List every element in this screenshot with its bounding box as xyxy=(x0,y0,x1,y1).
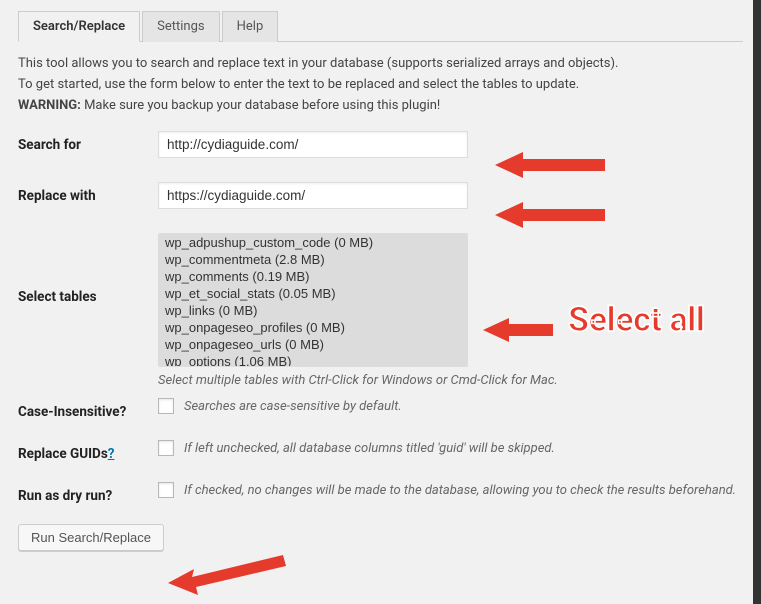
run-search-replace-button[interactable]: Run Search/Replace xyxy=(18,524,164,551)
intro-line-1: This tool allows you to search and repla… xyxy=(18,56,743,71)
tables-hint: Select multiple tables with Ctrl-Click f… xyxy=(158,373,743,388)
intro-warning: WARNING: Make sure you backup your datab… xyxy=(18,98,743,113)
table-option[interactable]: wp_adpushup_custom_code (0 MB) xyxy=(159,234,467,251)
tab-help[interactable]: Help xyxy=(222,11,279,42)
dry-run-checkbox[interactable] xyxy=(158,482,174,498)
label-replace-with: Replace with xyxy=(18,182,158,204)
label-case-insensitive: Case-Insensitive? xyxy=(18,398,158,420)
replace-guids-text: Replace GUIDs xyxy=(18,446,108,462)
page-content: Search/Replace Settings Help This tool a… xyxy=(0,0,761,569)
row-replace-guids: Replace GUIDs? If left unchecked, all da… xyxy=(18,440,743,462)
label-dry-run: Run as dry run? xyxy=(18,482,158,504)
submit-row: Run Search/Replace xyxy=(18,524,743,551)
warning-text: Make sure you backup your database befor… xyxy=(81,98,440,113)
guids-help-link[interactable]: ? xyxy=(108,446,115,462)
table-option[interactable]: wp_onpageseo_profiles (0 MB) xyxy=(159,319,467,336)
table-option[interactable]: wp_onpageseo_urls (0 MB) xyxy=(159,336,467,353)
page-scrollbar[interactable] xyxy=(753,0,761,604)
guids-hint: If left unchecked, all database columns … xyxy=(184,441,555,456)
label-search-for: Search for xyxy=(18,131,158,153)
row-replace-with: Replace with xyxy=(18,182,743,209)
table-option[interactable]: wp_commentmeta (2.8 MB) xyxy=(159,251,467,268)
case-insensitive-checkbox[interactable] xyxy=(158,398,174,414)
label-replace-guids: Replace GUIDs? xyxy=(18,440,158,462)
tab-settings[interactable]: Settings xyxy=(142,11,219,42)
case-hint: Searches are case-sensitive by default. xyxy=(184,399,402,414)
table-option[interactable]: wp_et_social_stats (0.05 MB) xyxy=(159,285,467,302)
dry-run-hint: If checked, no changes will be made to t… xyxy=(184,483,736,498)
table-option[interactable]: wp_links (0 MB) xyxy=(159,302,467,319)
search-for-input[interactable] xyxy=(158,131,468,158)
replace-with-input[interactable] xyxy=(158,182,468,209)
intro-text: This tool allows you to search and repla… xyxy=(18,56,743,113)
select-tables-list[interactable]: wp_adpushup_custom_code (0 MB)wp_comment… xyxy=(158,233,468,367)
tab-search-replace[interactable]: Search/Replace xyxy=(18,11,140,42)
tab-bar: Search/Replace Settings Help xyxy=(18,10,743,42)
replace-guids-checkbox[interactable] xyxy=(158,440,174,456)
warning-label: WARNING: xyxy=(18,98,81,113)
row-search-for: Search for xyxy=(18,131,743,158)
intro-line-2: To get started, use the form below to en… xyxy=(18,77,743,92)
row-dry-run: Run as dry run? If checked, no changes w… xyxy=(18,482,743,504)
annotation-select-all: Select all xyxy=(568,300,704,340)
table-option[interactable]: wp_options (1.06 MB) xyxy=(159,353,467,367)
label-select-tables: Select tables xyxy=(18,233,158,305)
form-table: Search for Replace with Select tables wp… xyxy=(18,131,743,551)
table-option[interactable]: wp_comments (0.19 MB) xyxy=(159,268,467,285)
row-case-insensitive: Case-Insensitive? Searches are case-sens… xyxy=(18,398,743,420)
